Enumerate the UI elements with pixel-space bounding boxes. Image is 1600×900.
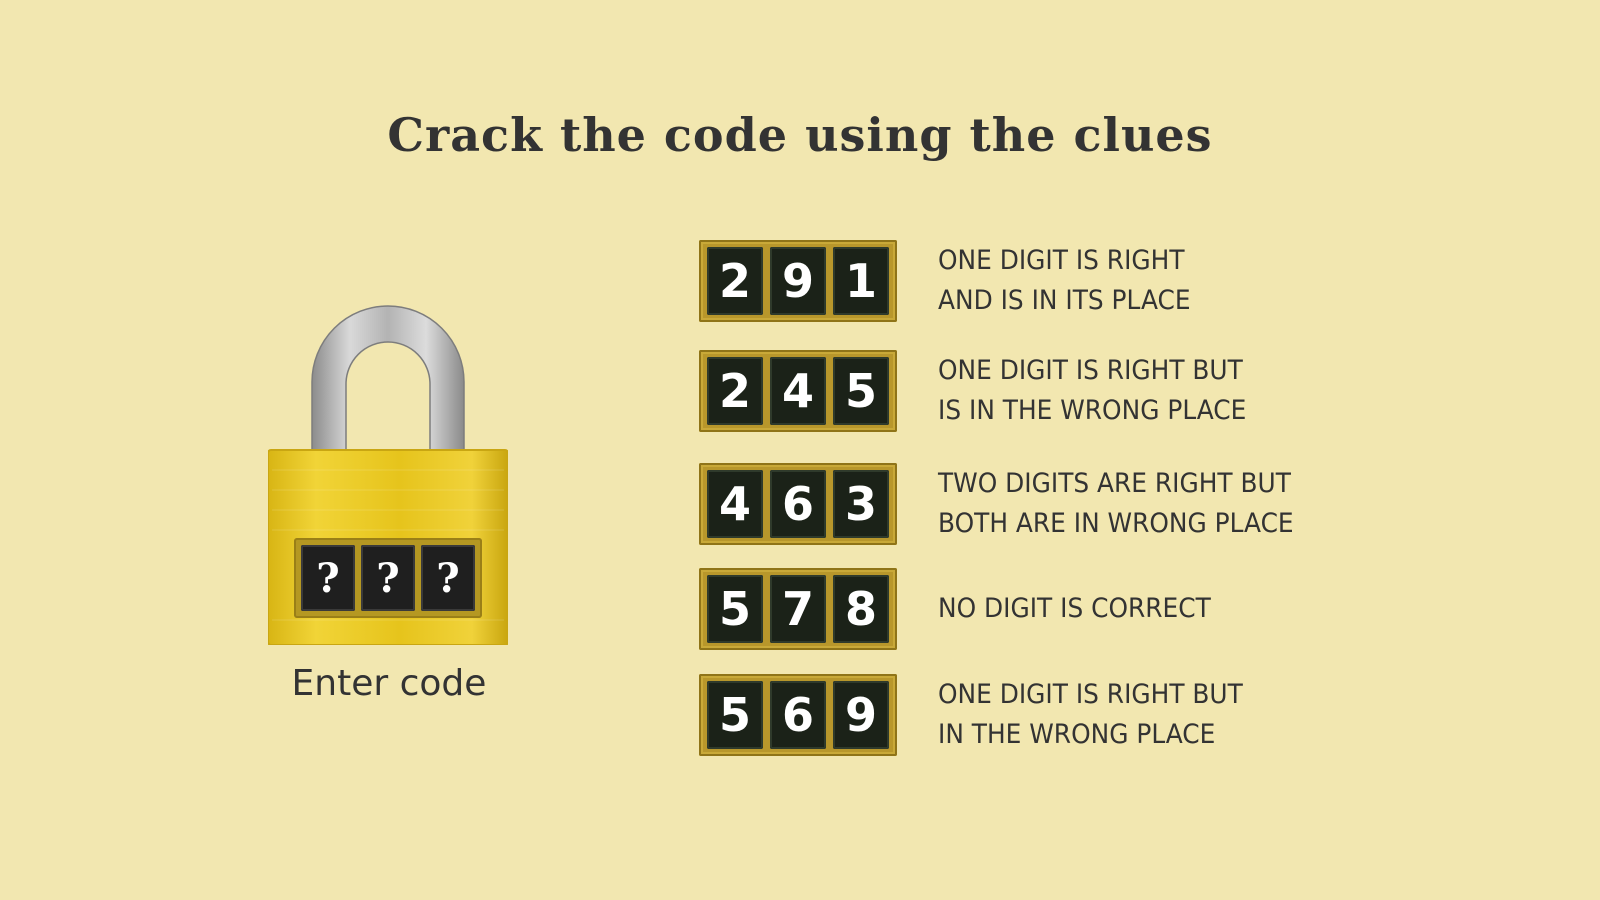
clue-digit: 5	[833, 357, 889, 425]
clue-line: AND IS IN ITS PLACE	[938, 285, 1191, 316]
lock-digit-1[interactable]: ?	[301, 545, 355, 611]
clue-code: 2 9 1	[699, 240, 897, 322]
clue-description: ONE DIGIT IS RIGHT BUT IN THE WRONG PLAC…	[938, 674, 1490, 756]
clue-line: TWO DIGITS ARE RIGHT BUT	[938, 468, 1291, 499]
clue-line: IN THE WRONG PLACE	[938, 719, 1216, 750]
clue-digit: 9	[833, 681, 889, 749]
clue-line: ONE DIGIT IS RIGHT BUT	[938, 355, 1243, 386]
clue-digit: 5	[707, 575, 763, 643]
clue-digit: 4	[707, 470, 763, 538]
clue-code: 4 6 3	[699, 463, 897, 545]
clue-digit: 6	[770, 470, 826, 538]
padlock: ? ? ?	[268, 300, 508, 645]
clue-line: ONE DIGIT IS RIGHT	[938, 245, 1185, 276]
clue-row-1: 2 9 1 ONE DIGIT IS RIGHT AND IS IN ITS P…	[699, 240, 1519, 324]
clue-digit: 5	[707, 681, 763, 749]
lock-digit-3[interactable]: ?	[421, 545, 475, 611]
clue-line: IS IN THE WRONG PLACE	[938, 395, 1247, 426]
clue-code: 5 7 8	[699, 568, 897, 650]
clue-code: 2 4 5	[699, 350, 897, 432]
puzzle-title: Crack the code using the clues	[387, 108, 1213, 162]
clue-row-2: 2 4 5 ONE DIGIT IS RIGHT BUT IS IN THE W…	[699, 350, 1519, 434]
clue-line: NO DIGIT IS CORRECT	[938, 593, 1211, 624]
clue-description: NO DIGIT IS CORRECT	[938, 568, 1490, 650]
enter-code-label: Enter code	[291, 663, 487, 704]
lock-digit-2[interactable]: ?	[361, 545, 415, 611]
clue-digit: 3	[833, 470, 889, 538]
lock-code-window[interactable]: ? ? ?	[294, 538, 482, 618]
clue-description: TWO DIGITS ARE RIGHT BUT BOTH ARE IN WRO…	[938, 463, 1490, 545]
clue-digit: 9	[770, 247, 826, 315]
clue-digit: 8	[833, 575, 889, 643]
clue-digit: 2	[707, 247, 763, 315]
clue-digit: 6	[770, 681, 826, 749]
clue-digit: 4	[770, 357, 826, 425]
clue-digit: 7	[770, 575, 826, 643]
clue-description: ONE DIGIT IS RIGHT AND IS IN ITS PLACE	[938, 240, 1490, 322]
clue-digit: 2	[707, 357, 763, 425]
clue-line: BOTH ARE IN WRONG PLACE	[938, 508, 1294, 539]
clue-row-3: 4 6 3 TWO DIGITS ARE RIGHT BUT BOTH ARE …	[699, 463, 1519, 547]
clue-line: ONE DIGIT IS RIGHT BUT	[938, 679, 1243, 710]
clue-digit: 1	[833, 247, 889, 315]
clue-code: 5 6 9	[699, 674, 897, 756]
clue-row-5: 5 6 9 ONE DIGIT IS RIGHT BUT IN THE WRON…	[699, 674, 1519, 758]
clue-row-4: 5 7 8 NO DIGIT IS CORRECT	[699, 568, 1519, 652]
clue-description: ONE DIGIT IS RIGHT BUT IS IN THE WRONG P…	[938, 350, 1490, 432]
